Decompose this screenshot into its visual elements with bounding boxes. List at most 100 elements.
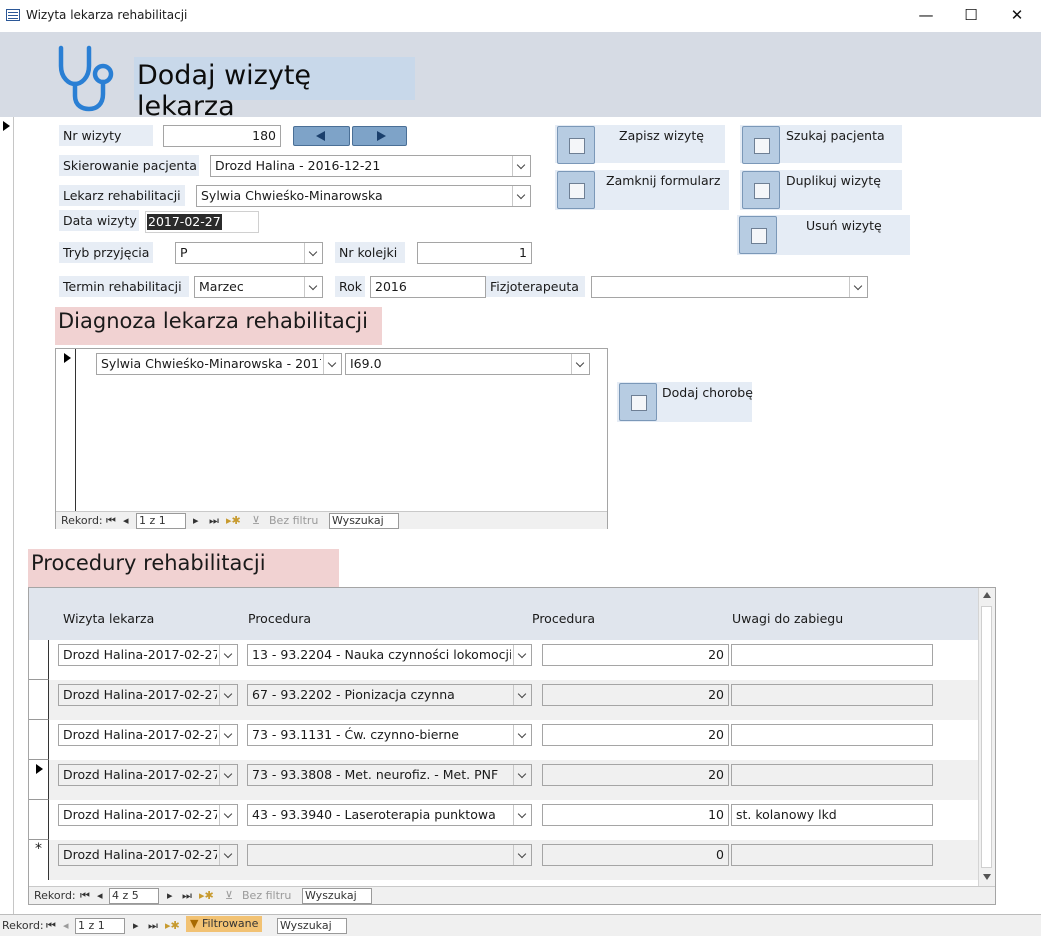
lekarz-combo[interactable]: Sylwia Chwieśko-Minarowska xyxy=(196,185,531,207)
row-wizyta-combo[interactable]: Drozd Halina-2017-02-27 xyxy=(58,844,238,866)
data-wizyty-field[interactable]: 2017-02-27 xyxy=(145,211,259,233)
record-position-field[interactable]: 4 z 5 xyxy=(109,888,159,904)
chevron-down-icon[interactable] xyxy=(513,725,531,745)
save-visit-button[interactable]: Zapisz wizytę xyxy=(555,125,725,164)
search-field[interactable]: Wyszukaj xyxy=(302,888,372,904)
record-selector-column[interactable] xyxy=(0,117,14,914)
chevron-down-icon[interactable] xyxy=(219,805,237,825)
chevron-down-icon[interactable] xyxy=(219,685,237,705)
termin-combo[interactable]: Marzec xyxy=(194,276,323,298)
chevron-down-icon[interactable] xyxy=(219,845,237,865)
tryb-combo[interactable]: P xyxy=(175,242,323,264)
filter-toggle-button[interactable]: ▼ Filtrowane xyxy=(186,916,263,932)
chevron-down-icon[interactable] xyxy=(571,354,589,374)
row-selector[interactable] xyxy=(29,720,49,760)
scroll-up-icon[interactable] xyxy=(983,592,991,598)
chevron-down-icon[interactable] xyxy=(304,243,322,263)
skierowanie-combo[interactable]: Drozd Halina - 2016-12-21 xyxy=(210,155,531,177)
row-uwagi-field[interactable] xyxy=(731,724,933,746)
record-position-field[interactable]: 1 z 1 xyxy=(75,918,125,934)
no-filter-button[interactable]: Bez filtru xyxy=(242,889,291,902)
chevron-down-icon[interactable] xyxy=(513,685,531,705)
new-record-icon[interactable]: ▸✱ xyxy=(226,514,241,527)
row-ilosc-field[interactable]: 20 xyxy=(542,764,729,786)
close-button[interactable]: ✕ xyxy=(994,0,1040,31)
rok-field[interactable]: 2016 xyxy=(370,276,486,298)
previous-record-button[interactable] xyxy=(293,126,350,146)
next-record-icon[interactable]: ▸ xyxy=(167,889,173,902)
search-field[interactable]: Wyszukaj xyxy=(277,918,347,934)
first-record-icon[interactable]: ⏮ xyxy=(106,514,116,528)
row-uwagi-field[interactable] xyxy=(731,764,933,786)
prev-record-icon[interactable]: ◂ xyxy=(97,889,103,902)
prev-record-icon[interactable]: ◂ xyxy=(123,514,129,527)
row-selector[interactable] xyxy=(29,680,49,720)
row-ilosc-field[interactable]: 10 xyxy=(542,804,729,826)
new-record-icon[interactable]: ▸✱ xyxy=(165,919,180,932)
row-procedura-combo[interactable]: 73 - 93.3808 - Met. neurofiz. - Met. PNF xyxy=(247,764,532,786)
duplicate-visit-button[interactable]: Duplikuj wizytę xyxy=(740,170,902,210)
row-wizyta-combo[interactable]: Drozd Halina-2017-02-27 xyxy=(58,724,238,746)
first-record-icon[interactable]: ⏮ xyxy=(80,889,90,903)
row-wizyta-value: Drozd Halina-2017-02-27 xyxy=(63,847,217,862)
row-ilosc-field[interactable]: 20 xyxy=(542,724,729,746)
chevron-down-icon[interactable] xyxy=(219,645,237,665)
search-field[interactable]: Wyszukaj xyxy=(329,513,399,529)
row-procedura-combo[interactable] xyxy=(247,844,532,866)
row-uwagi-field[interactable] xyxy=(731,644,933,666)
close-form-button[interactable]: Zamknij formularz xyxy=(555,170,729,210)
row-ilosc-field[interactable]: 0 xyxy=(542,844,729,866)
chevron-down-icon[interactable] xyxy=(513,845,531,865)
scroll-down-icon[interactable] xyxy=(983,874,991,880)
chevron-down-icon[interactable] xyxy=(513,645,531,665)
prev-record-icon[interactable]: ◂ xyxy=(63,919,69,932)
new-record-icon[interactable]: ▸✱ xyxy=(199,889,214,902)
row-procedura-combo[interactable]: 73 - 93.1131 - Ćw. czynno-bierne xyxy=(247,724,532,746)
chevron-down-icon[interactable] xyxy=(513,765,531,785)
nr-kolejki-field[interactable]: 1 xyxy=(417,242,532,264)
row-wizyta-combo[interactable]: Drozd Halina-2017-02-27 xyxy=(58,684,238,706)
chevron-down-icon[interactable] xyxy=(513,805,531,825)
diagnoza-lekarz-combo[interactable]: Sylwia Chwieśko-Minarowska - 2017- xyxy=(96,353,342,375)
next-record-button[interactable] xyxy=(352,126,407,146)
diagnoza-record-selector[interactable] xyxy=(56,349,76,511)
row-wizyta-combo[interactable]: Drozd Halina-2017-02-27 xyxy=(58,764,238,786)
record-position-field[interactable]: 1 z 1 xyxy=(136,513,186,529)
row-selector[interactable] xyxy=(29,640,49,680)
row-procedura-combo[interactable]: 43 - 93.3940 - Laseroterapia punktowa xyxy=(247,804,532,826)
fizjoterapeuta-combo[interactable] xyxy=(591,276,868,298)
row-procedura-combo[interactable]: 67 - 93.2202 - Pionizacja czynna xyxy=(247,684,532,706)
next-record-icon[interactable]: ▸ xyxy=(193,514,199,527)
last-record-icon[interactable]: ⏭ xyxy=(182,889,192,903)
chevron-down-icon[interactable] xyxy=(512,156,530,176)
chevron-down-icon[interactable] xyxy=(304,277,322,297)
chevron-down-icon[interactable] xyxy=(849,277,867,297)
row-selector[interactable] xyxy=(29,800,49,840)
minimize-button[interactable]: — xyxy=(903,0,949,31)
first-record-icon[interactable]: ⏮ xyxy=(46,919,56,933)
row-wizyta-combo[interactable]: Drozd Halina-2017-02-27 xyxy=(58,644,238,666)
next-record-icon[interactable]: ▸ xyxy=(133,919,139,932)
chevron-down-icon[interactable] xyxy=(512,186,530,206)
nr-wizyty-field[interactable]: 180 xyxy=(163,125,281,147)
add-disease-button[interactable]: Dodaj chorobę xyxy=(617,382,753,422)
row-wizyta-combo[interactable]: Drozd Halina-2017-02-27 xyxy=(58,804,238,826)
row-uwagi-field[interactable] xyxy=(731,844,933,866)
last-record-icon[interactable]: ⏭ xyxy=(209,514,219,528)
row-procedura-combo[interactable]: 13 - 93.2204 - Nauka czynności lokomocji xyxy=(247,644,532,666)
chevron-down-icon[interactable] xyxy=(219,765,237,785)
no-filter-button[interactable]: Bez filtru xyxy=(269,514,318,527)
row-ilosc-field[interactable]: 20 xyxy=(542,644,729,666)
last-record-icon[interactable]: ⏭ xyxy=(148,919,158,933)
chevron-down-icon[interactable] xyxy=(219,725,237,745)
diagnoza-kod-combo[interactable]: I69.0 xyxy=(345,353,590,375)
row-uwagi-field[interactable]: st. kolanowy lkd xyxy=(731,804,933,826)
vertical-scrollbar[interactable] xyxy=(978,588,995,886)
chevron-down-icon[interactable] xyxy=(323,354,341,374)
delete-visit-button[interactable]: Usuń wizytę xyxy=(737,215,910,255)
search-patient-button[interactable]: Szukaj pacjenta xyxy=(740,125,902,164)
maximize-button[interactable]: ☐ xyxy=(948,0,994,31)
row-uwagi-field[interactable] xyxy=(731,684,933,706)
scrollbar-thumb[interactable] xyxy=(981,606,992,868)
row-ilosc-field[interactable]: 20 xyxy=(542,684,729,706)
